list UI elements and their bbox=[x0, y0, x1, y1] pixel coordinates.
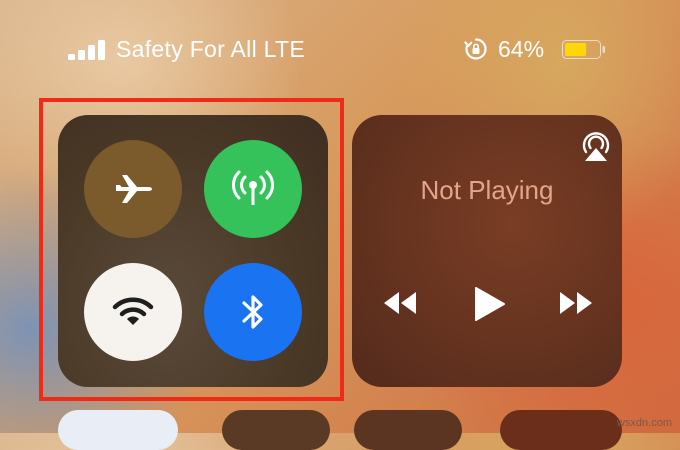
bottom-tile-4[interactable] bbox=[500, 410, 622, 450]
carrier-name: Safety For All LTE bbox=[116, 36, 306, 62]
highlight-box bbox=[39, 98, 344, 401]
bottom-tile-1[interactable] bbox=[58, 410, 178, 450]
rotation-lock-icon bbox=[464, 38, 487, 60]
fast-forward-icon[interactable] bbox=[558, 290, 594, 316]
bottom-tile-3[interactable] bbox=[354, 410, 462, 450]
airplay-icon[interactable] bbox=[578, 130, 614, 162]
bottom-tile-2[interactable] bbox=[222, 410, 330, 450]
play-icon[interactable] bbox=[472, 286, 506, 322]
signal-bars-icon bbox=[68, 40, 110, 60]
status-bar: Safety For All LTE 64% bbox=[68, 36, 620, 64]
battery-percent: 64% bbox=[498, 36, 545, 62]
rewind-icon[interactable] bbox=[382, 290, 418, 316]
now-playing-title: Not Playing bbox=[420, 175, 554, 205]
battery-icon bbox=[562, 40, 605, 59]
watermark: wsxdn.com bbox=[616, 417, 672, 429]
